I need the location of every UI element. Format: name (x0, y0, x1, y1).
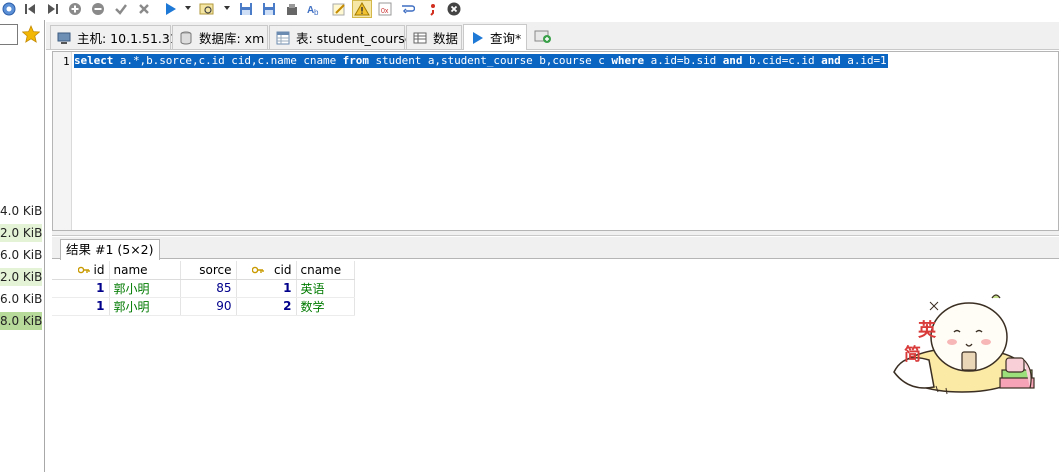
sql-text-selected[interactable]: select a.*,b.sorce,c.id cid,c.name cname… (74, 54, 888, 68)
run-icon[interactable] (162, 1, 178, 17)
filter-input[interactable] (0, 24, 18, 45)
left-panel: 4.0 KiB 2.0 KiB 6.0 KiB 2.0 KiB 6.0 KiB … (0, 20, 45, 472)
hex-icon[interactable]: 0x (377, 1, 393, 17)
tab-label: 主机: 10.1.51.31 (77, 31, 178, 46)
tab-host[interactable]: 主机: 10.1.51.31 (50, 25, 178, 49)
ime-sticker-mascot[interactable]: 英 简 (884, 292, 1046, 402)
save-as-icon[interactable] (261, 1, 277, 17)
key-icon (251, 266, 264, 274)
toolbar: Ab 0x (0, 0, 1059, 20)
table-size-cell: 8.0 KiB (0, 312, 42, 330)
cancel-icon[interactable] (136, 1, 152, 17)
column-label: cname (300, 262, 342, 277)
sql-token: b.cid=c.id (742, 54, 822, 67)
table-size-cell: 6.0 KiB (0, 292, 42, 306)
sql-editor[interactable]: 1 select a.*,b.sorce,c.id cid,c.name cna… (52, 51, 1059, 231)
confirm-icon[interactable] (113, 1, 129, 17)
table-size-cell: 6.0 KiB (0, 248, 42, 262)
column-header-cid[interactable]: cid (236, 261, 297, 280)
sql-keyword: and (821, 54, 841, 67)
tab-data[interactable]: 数据 (406, 25, 462, 49)
find-dropdown-icon[interactable] (224, 6, 230, 10)
splitter[interactable] (52, 231, 1059, 236)
app-window: Ab 0x 4.0 KiB 2.0 KiB 6.0 KiB 2.0 KiB 6.… (0, 0, 1059, 472)
cell-sorce[interactable]: 90 (180, 297, 237, 316)
editor-gutter: 1 (53, 52, 72, 230)
tab-label: 查询* (490, 31, 522, 46)
delete-record-icon[interactable] (90, 1, 106, 17)
cell-id[interactable]: 1 (52, 297, 110, 316)
wrap-icon[interactable] (400, 1, 416, 17)
column-label: cid (273, 262, 292, 277)
cell-cid[interactable]: 1 (236, 279, 297, 298)
table-size-cell: 2.0 KiB (0, 224, 42, 242)
cell-name[interactable]: 郭小明 (109, 297, 181, 316)
sql-keyword: from (342, 54, 369, 67)
tab-table[interactable]: 表: student_course (269, 25, 413, 49)
tools-icon[interactable] (284, 1, 300, 17)
last-record-icon[interactable] (45, 1, 61, 17)
column-header-name[interactable]: name (109, 261, 181, 280)
key-icon (77, 266, 90, 274)
cell-cname[interactable]: 英语 (296, 279, 355, 298)
ime-script-label: 简 (904, 345, 921, 365)
sql-keyword: and (722, 54, 743, 67)
column-label: sorce (199, 262, 232, 277)
run-dropdown-icon[interactable] (185, 6, 191, 10)
query-play-icon (473, 31, 483, 44)
semicolon-icon[interactable] (425, 1, 441, 17)
stop-icon[interactable] (446, 1, 462, 17)
ime-mode-label: 英 (918, 320, 936, 341)
grid-header-row: id name sorce cid cname (52, 261, 355, 280)
data-grid-icon (413, 32, 427, 43)
tab-query[interactable]: 查询* (463, 24, 527, 50)
tab-strip: 主机: 10.1.51.31 数据库: xm 表: student_course… (46, 22, 1059, 50)
cell-cid[interactable]: 2 (236, 297, 297, 316)
format-sql-icon[interactable]: Ab (307, 1, 323, 17)
tab-result-1[interactable]: 结果 #1 (5×2) (60, 239, 160, 260)
star-icon[interactable] (21, 24, 41, 43)
column-header-sorce[interactable]: sorce (180, 261, 237, 280)
column-label: name (113, 262, 148, 277)
tab-database[interactable]: 数据库: xm (172, 25, 268, 49)
sql-token: a.*,b.sorce,c.id cid,c.name cname (113, 54, 343, 67)
warning-icon[interactable] (352, 0, 372, 18)
first-record-icon[interactable] (22, 1, 38, 17)
table-icon (276, 31, 290, 44)
sql-keyword: select (74, 54, 114, 67)
result-tab-strip: 结果 #1 (5×2) (52, 237, 1059, 260)
column-header-cname[interactable]: cname (296, 261, 355, 280)
table-row[interactable]: 1 郭小明 90 2 数学 (52, 297, 355, 316)
cell-cname[interactable]: 数学 (296, 297, 355, 316)
cell-id[interactable]: 1 (52, 279, 110, 298)
result-grid: id name sorce cid cname 1 郭小明 85 1 英语 1 … (52, 261, 355, 316)
table-row[interactable]: 1 郭小明 85 1 英语 (52, 279, 355, 298)
database-icon (180, 31, 192, 44)
sql-keyword: where (611, 54, 645, 67)
svg-text:0x: 0x (381, 8, 389, 15)
find-icon[interactable] (199, 1, 215, 17)
edit-icon[interactable] (331, 1, 347, 17)
refresh-icon[interactable] (1, 1, 17, 17)
table-size-cell: 4.0 KiB (0, 204, 42, 218)
table-size-cell: 2.0 KiB (0, 268, 42, 286)
tab-label: 数据 (433, 31, 459, 46)
svg-text:b: b (314, 8, 319, 16)
save-icon[interactable] (238, 1, 254, 17)
sql-token: a.id=1 (840, 54, 887, 67)
sql-token: a.id=b.sid (644, 54, 723, 67)
cell-sorce[interactable]: 85 (180, 279, 237, 298)
column-header-id[interactable]: id (52, 261, 110, 280)
new-query-tab-icon[interactable] (534, 28, 552, 44)
add-record-icon[interactable] (67, 1, 83, 17)
line-number: 1 (63, 55, 70, 68)
tab-label: 表: student_course (296, 31, 413, 46)
sql-token: student a,student_course b,course c (368, 54, 612, 67)
host-icon (57, 32, 71, 44)
column-label: id (93, 262, 105, 277)
tab-label: 数据库: xm (199, 31, 265, 46)
cell-name[interactable]: 郭小明 (109, 279, 181, 298)
